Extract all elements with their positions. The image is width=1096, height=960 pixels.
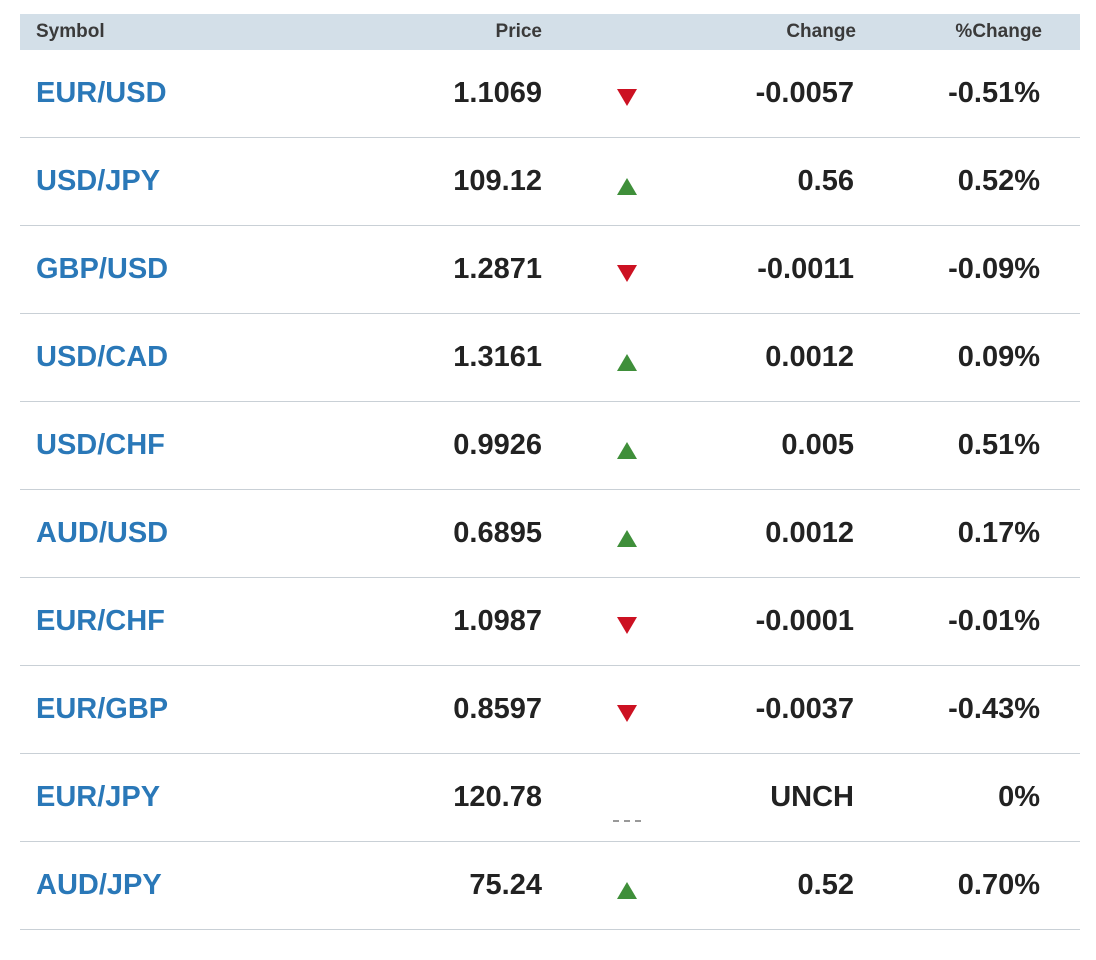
up-arrow-icon [617, 530, 637, 547]
table-row: EUR/USD 1.1069 -0.0057 -0.51% [20, 50, 1080, 138]
direction-cell [542, 138, 712, 225]
symbol-cell: USD/JPY [20, 165, 260, 198]
table-row: GBP/USD 1.2871 -0.0011 -0.09% [20, 226, 1080, 314]
direction-cell [542, 666, 712, 753]
symbol-cell: EUR/GBP [20, 693, 260, 726]
pct-change-cell: 0.17% [957, 517, 1040, 549]
change-column-header: Change [786, 21, 856, 42]
symbol-cell: EUR/CHF [20, 605, 260, 638]
direction-cell [542, 314, 712, 401]
price-cell: 1.3161 [453, 341, 542, 373]
pct-change-cell: 0.51% [957, 429, 1040, 461]
symbol-link[interactable]: EUR/USD [36, 77, 167, 109]
change-cell: 0.0012 [765, 341, 854, 373]
table-row: EUR/CHF 1.0987 -0.0001 -0.01% [20, 578, 1080, 666]
symbol-link[interactable]: AUD/JPY [36, 869, 162, 901]
pct-change-cell: 0.09% [957, 341, 1040, 373]
down-arrow-icon [617, 265, 637, 282]
symbol-link[interactable]: AUD/USD [36, 517, 168, 549]
change-cell: -0.0011 [757, 253, 854, 285]
direction-cell [542, 50, 712, 137]
change-cell: UNCH [770, 781, 854, 813]
pct-change-cell: -0.09% [948, 253, 1040, 285]
change-cell: 0.56 [797, 165, 854, 197]
price-cell: 109.12 [453, 165, 542, 197]
direction-cell [542, 490, 712, 577]
table-body: EUR/USD 1.1069 -0.0057 -0.51% USD/JPY 109.12 0… [20, 50, 1080, 930]
direction-column-header [544, 14, 714, 50]
symbol-link[interactable]: GBP/USD [36, 253, 168, 285]
pct-change-cell: -0.01% [948, 605, 1040, 637]
price-cell: 1.0987 [453, 605, 542, 637]
symbol-cell: EUR/JPY [20, 781, 260, 814]
price-cell: 120.78 [453, 781, 542, 813]
symbol-link[interactable]: EUR/JPY [36, 781, 160, 813]
price-cell: 75.24 [469, 869, 542, 901]
price-cell: 1.2871 [453, 253, 542, 285]
symbol-link[interactable]: EUR/GBP [36, 693, 168, 725]
symbol-cell: AUD/USD [20, 517, 260, 550]
symbol-link[interactable]: USD/JPY [36, 165, 160, 197]
change-cell: -0.0001 [755, 605, 854, 637]
price-cell: 1.1069 [453, 77, 542, 109]
table-row: USD/CAD 1.3161 0.0012 0.09% [20, 314, 1080, 402]
price-column-header: Price [495, 21, 542, 42]
up-arrow-icon [617, 354, 637, 371]
down-arrow-icon [617, 617, 637, 634]
change-cell: -0.0057 [755, 77, 854, 109]
direction-cell [542, 754, 712, 841]
table-header: Symbol Price Change %Change [20, 14, 1080, 50]
table-row: EUR/JPY 120.78 UNCH 0% [20, 754, 1080, 842]
up-arrow-icon [617, 178, 637, 195]
direction-cell [542, 842, 712, 929]
symbol-cell: USD/CHF [20, 429, 260, 462]
change-cell: 0.0012 [765, 517, 854, 549]
price-cell: 0.9926 [453, 429, 542, 461]
symbol-link[interactable]: USD/CHF [36, 429, 165, 461]
price-cell: 0.6895 [453, 517, 542, 549]
pct-change-column-header: %Change [955, 21, 1042, 42]
currency-quote-table: Symbol Price Change %Change EUR/USD 1.106… [20, 14, 1080, 930]
up-arrow-icon [617, 442, 637, 459]
symbol-cell: AUD/JPY [20, 869, 260, 902]
table-row: EUR/GBP 0.8597 -0.0037 -0.43% [20, 666, 1080, 754]
down-arrow-icon [617, 705, 637, 722]
symbol-column-header: Symbol [36, 21, 105, 42]
change-cell: -0.0037 [755, 693, 854, 725]
table-row: AUD/JPY 75.24 0.52 0.70% [20, 842, 1080, 930]
change-cell: 0.52 [797, 869, 854, 901]
change-cell: 0.005 [781, 429, 854, 461]
price-cell: 0.8597 [453, 693, 542, 725]
symbol-cell: EUR/USD [20, 77, 260, 110]
table-row: AUD/USD 0.6895 0.0012 0.17% [20, 490, 1080, 578]
unchanged-dash-icon [613, 819, 641, 822]
direction-cell [542, 226, 712, 313]
symbol-link[interactable]: USD/CAD [36, 341, 168, 373]
symbol-cell: USD/CAD [20, 341, 260, 374]
table-row: USD/CHF 0.9926 0.005 0.51% [20, 402, 1080, 490]
symbol-link[interactable]: EUR/CHF [36, 605, 165, 637]
down-arrow-icon [617, 89, 637, 106]
pct-change-cell: -0.43% [948, 693, 1040, 725]
direction-cell [542, 578, 712, 665]
pct-change-cell: -0.51% [948, 77, 1040, 109]
symbol-cell: GBP/USD [20, 253, 260, 286]
direction-cell [542, 402, 712, 489]
pct-change-cell: 0.70% [957, 869, 1040, 901]
up-arrow-icon [617, 882, 637, 899]
pct-change-cell: 0% [998, 781, 1040, 813]
pct-change-cell: 0.52% [957, 165, 1040, 197]
table-row: USD/JPY 109.12 0.56 0.52% [20, 138, 1080, 226]
